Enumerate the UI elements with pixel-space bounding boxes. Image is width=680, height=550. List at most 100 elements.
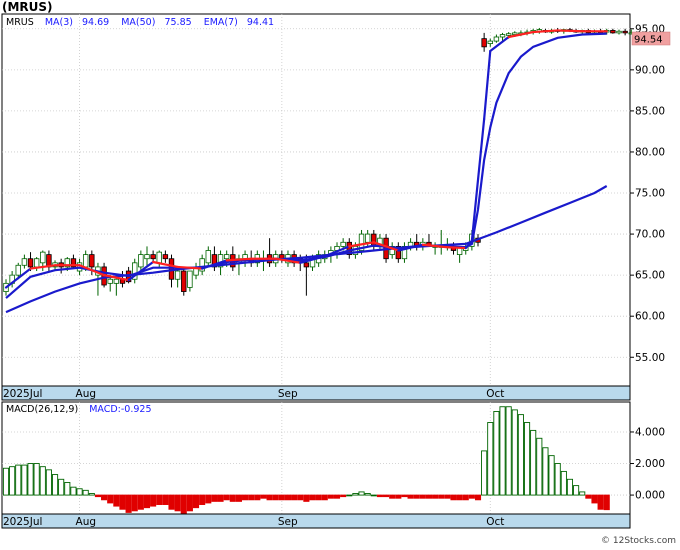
legend-ma50-value: 75.85 (164, 17, 191, 28)
price-y-tick-label: 55.00 (635, 352, 665, 364)
candle-body (83, 255, 88, 267)
macd-bar (212, 495, 217, 501)
macd-bar (10, 467, 15, 495)
candle-body (157, 252, 162, 263)
macd-bar (114, 495, 119, 506)
candle-body (22, 259, 27, 266)
candle-body (108, 279, 113, 283)
macd-bar (218, 495, 223, 501)
price-y-axis: 55.0060.0065.0070.0075.0080.0085.0090.00… (630, 23, 665, 363)
legend-ema7-value: 94.41 (247, 17, 274, 28)
macd-bar (402, 495, 407, 497)
candle-body (482, 39, 487, 47)
macd-bar (500, 407, 505, 495)
macd-bar (28, 464, 33, 496)
candle-body (34, 259, 39, 267)
legend-ma50-label: MA(50) (121, 17, 155, 28)
macd-bar (77, 489, 82, 495)
macd-bar (59, 479, 64, 495)
macd-bar (488, 423, 493, 496)
macd-bar (347, 495, 352, 496)
candle-body (175, 271, 180, 279)
macd-bar (89, 493, 94, 495)
macd-bar (494, 411, 499, 495)
candle-body (145, 255, 150, 259)
stock-chart: 55.0060.0065.0070.0075.0080.0085.0090.00… (0, 0, 680, 546)
candle-body (494, 37, 499, 41)
legend-symbol: MRUS (6, 17, 34, 28)
macd-bar (273, 495, 278, 500)
macd-bar (144, 495, 149, 508)
macd-bar (592, 495, 597, 503)
candle-body (90, 255, 95, 267)
macd-bar (40, 467, 45, 495)
macd-bar (390, 495, 395, 498)
chart-svg: 55.0060.0065.0070.0075.0080.0085.0090.00… (0, 0, 680, 546)
candle-body (114, 279, 119, 283)
macd-bar (138, 495, 143, 509)
macd-bar (549, 456, 554, 495)
macd-bar (52, 475, 57, 496)
macd-bar (230, 495, 235, 501)
macd-legend-value: MACD:-0.925 (89, 404, 151, 415)
macd-bar (420, 495, 425, 498)
candle-body (188, 271, 193, 287)
macd-bar (3, 468, 8, 495)
legend-ma3-value: 94.69 (82, 17, 109, 28)
macd-bar (371, 495, 376, 496)
macd-panel: 0.0002.0004.000 (2, 402, 665, 514)
macd-bar (200, 495, 205, 504)
macd-bar (22, 465, 27, 495)
macd-bar (408, 495, 413, 498)
legend-ma3-label: MA(3) (45, 17, 73, 28)
macd-y-axis: 0.0002.0004.000 (630, 426, 665, 501)
macd-bar (426, 495, 431, 498)
macd-bar (377, 495, 382, 497)
macd-bar (451, 495, 456, 500)
candle-body (40, 252, 45, 263)
macd-bar (267, 495, 272, 500)
macd-bar (206, 495, 211, 503)
candle-body (28, 259, 33, 267)
candle-body (163, 255, 168, 259)
macd-bar (518, 415, 523, 495)
price-y-tick-label: 75.00 (635, 188, 665, 200)
macd-bar (555, 464, 560, 496)
macd-month-band (2, 514, 630, 528)
macd-bar (126, 495, 131, 512)
macd-bar (531, 430, 536, 495)
price-x-tick-label: Aug (76, 388, 97, 400)
macd-bar (175, 495, 180, 511)
macd-bar (151, 495, 156, 506)
macd-bar (365, 493, 370, 495)
macd-bar (83, 490, 88, 495)
macd-bar (236, 495, 241, 501)
macd-bar (34, 464, 39, 496)
ma3-line-segment (447, 247, 465, 248)
candle-body (617, 31, 622, 33)
price-y-tick-label: 60.00 (635, 311, 665, 323)
price-x-tick-label: Oct (486, 388, 504, 400)
macd-bar (285, 495, 290, 500)
macd-bar (439, 495, 444, 498)
candle-body (151, 255, 156, 259)
macd-bar (132, 495, 137, 511)
macd-bar (543, 448, 548, 495)
macd-bar (292, 495, 297, 500)
candle-body (457, 248, 462, 255)
price-legend: MRUS MA(3) 94.69 MA(50) 75.85 EMA(7) 94.… (6, 17, 274, 28)
price-y-tick-label: 65.00 (635, 270, 665, 282)
macd-bar (359, 492, 364, 495)
price-y-tick-label: 90.00 (635, 64, 665, 76)
macd-bar (524, 423, 529, 496)
candle-body (206, 251, 211, 263)
macd-bar (120, 495, 125, 509)
price-y-tick-label: 70.00 (635, 229, 665, 241)
macd-bar (108, 495, 113, 503)
candle-body (512, 33, 517, 35)
macd-legend: MACD(26,12,9) MACD:-0.925 (6, 404, 152, 415)
candle (181, 267, 186, 296)
macd-y-tick-label: 0.000 (635, 490, 665, 502)
candle-body (488, 41, 493, 43)
macd-bar (512, 410, 517, 495)
